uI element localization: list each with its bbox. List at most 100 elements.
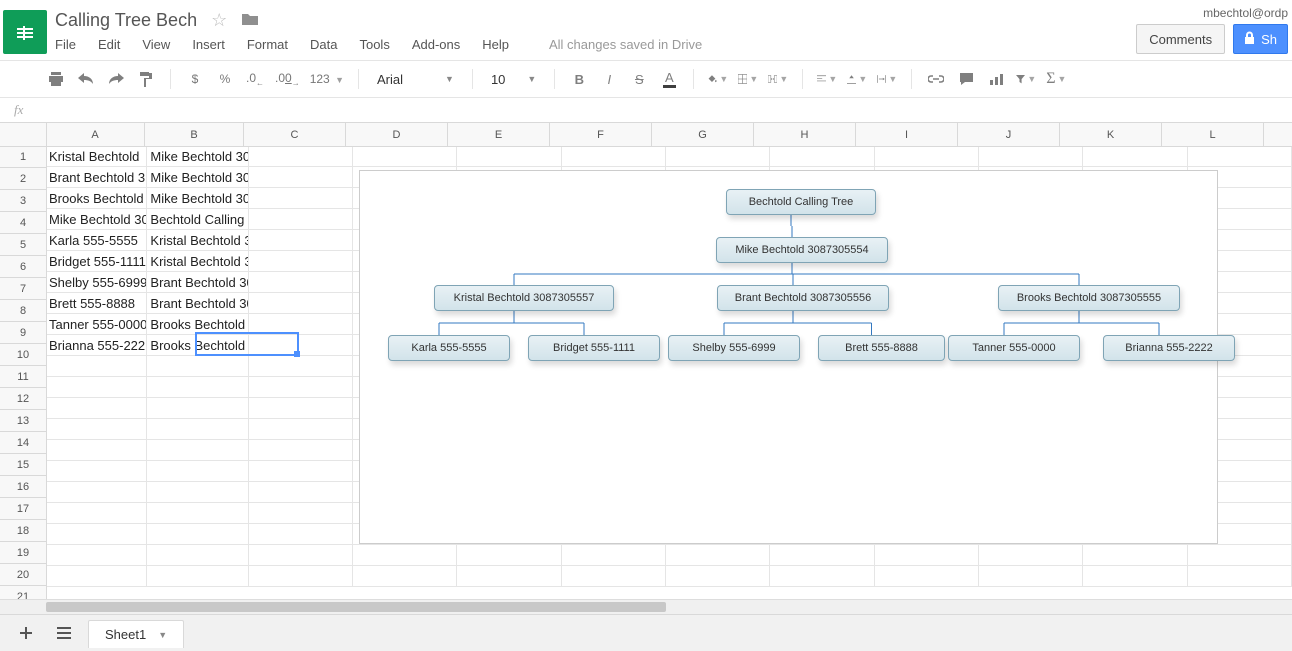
cell[interactable]: [249, 377, 353, 398]
cell[interactable]: [147, 566, 248, 587]
cell[interactable]: [249, 188, 353, 209]
font-size-select[interactable]: 10▼: [487, 70, 540, 89]
cell[interactable]: Kristal Bechtold 3087305557: [147, 230, 248, 251]
col-header-F[interactable]: F: [550, 123, 652, 146]
row-header-14[interactable]: 14: [0, 432, 46, 454]
percent-button[interactable]: %: [215, 72, 235, 86]
cell[interactable]: Brooks Bechtold 3087305555: [147, 335, 248, 356]
row-header-10[interactable]: 10: [0, 344, 46, 366]
cell[interactable]: Kristal Bechtold: [46, 146, 147, 167]
increase-decimals-button[interactable]: .00→: [275, 71, 300, 87]
cell[interactable]: [147, 503, 248, 524]
col-header-H[interactable]: H: [754, 123, 856, 146]
cell[interactable]: Bridget 555-1111: [46, 251, 147, 272]
cell[interactable]: [249, 545, 353, 566]
cell[interactable]: [1083, 146, 1187, 167]
menu-help[interactable]: Help: [482, 37, 509, 52]
cell[interactable]: [457, 566, 561, 587]
functions-button[interactable]: Σ▼: [1046, 69, 1066, 89]
cell[interactable]: [562, 566, 666, 587]
cell[interactable]: [46, 482, 147, 503]
cell[interactable]: [249, 272, 353, 293]
cell[interactable]: [1188, 146, 1292, 167]
cell[interactable]: [249, 566, 353, 587]
row-header-8[interactable]: 8: [0, 300, 46, 322]
cell[interactable]: [147, 482, 248, 503]
cell[interactable]: [1188, 545, 1292, 566]
borders-button[interactable]: ▼: [738, 69, 758, 89]
cell[interactable]: [249, 251, 353, 272]
col-header-J[interactable]: J: [958, 123, 1060, 146]
row-header-19[interactable]: 19: [0, 542, 46, 564]
col-header-C[interactable]: C: [244, 123, 346, 146]
cell[interactable]: Brianna 555-222: [46, 335, 147, 356]
cell[interactable]: Brooks Bechtold 3087305555: [147, 314, 248, 335]
cell[interactable]: [249, 356, 353, 377]
org-node[interactable]: Brooks Bechtold 3087305555: [998, 285, 1180, 311]
cell[interactable]: [46, 503, 147, 524]
cell[interactable]: Tanner 555-0000: [46, 314, 147, 335]
cell[interactable]: [353, 566, 457, 587]
cell[interactable]: Brant Bechtold 3: [46, 167, 147, 188]
cell[interactable]: [1083, 566, 1187, 587]
row-header-12[interactable]: 12: [0, 388, 46, 410]
cell[interactable]: [457, 146, 561, 167]
cell[interactable]: [457, 545, 561, 566]
insert-link-icon[interactable]: [926, 69, 946, 89]
cell[interactable]: [249, 146, 353, 167]
cell[interactable]: Mike Bechtold 30: [46, 209, 147, 230]
menu-data[interactable]: Data: [310, 37, 337, 52]
col-header-G[interactable]: G: [652, 123, 754, 146]
menu-format[interactable]: Format: [247, 37, 288, 52]
cell[interactable]: [249, 335, 353, 356]
cell[interactable]: [562, 545, 666, 566]
cell[interactable]: [147, 419, 248, 440]
cell[interactable]: [147, 461, 248, 482]
row-header-2[interactable]: 2: [0, 168, 46, 190]
org-node[interactable]: Brianna 555-2222: [1103, 335, 1235, 361]
row-header-3[interactable]: 3: [0, 190, 46, 212]
row-header-9[interactable]: 9: [0, 322, 46, 344]
currency-button[interactable]: $: [185, 72, 205, 86]
menu-add-ons[interactable]: Add-ons: [412, 37, 460, 52]
col-header-I[interactable]: I: [856, 123, 958, 146]
cell[interactable]: [147, 398, 248, 419]
cell[interactable]: Brooks Bechtold: [46, 188, 147, 209]
cell[interactable]: [249, 314, 353, 335]
cell[interactable]: [875, 146, 979, 167]
row-header-18[interactable]: 18: [0, 520, 46, 542]
cell[interactable]: [353, 146, 457, 167]
cell[interactable]: [666, 146, 770, 167]
row-header-7[interactable]: 7: [0, 278, 46, 300]
row-header-5[interactable]: 5: [0, 234, 46, 256]
comments-button[interactable]: Comments: [1136, 24, 1225, 54]
org-chart[interactable]: Bechtold Calling TreeMike Bechtold 30873…: [359, 170, 1218, 544]
cell[interactable]: [562, 146, 666, 167]
row-header-17[interactable]: 17: [0, 498, 46, 520]
cell[interactable]: Brant Bechtold 3087305556: [147, 293, 248, 314]
cell[interactable]: [249, 461, 353, 482]
all-sheets-button[interactable]: [50, 619, 78, 647]
sheet-tab-menu-icon[interactable]: ▼: [158, 630, 167, 640]
col-header-A[interactable]: A: [46, 123, 145, 146]
menu-tools[interactable]: Tools: [359, 37, 389, 52]
row-header-16[interactable]: 16: [0, 476, 46, 498]
italic-button[interactable]: I: [599, 69, 619, 89]
cell[interactable]: [979, 545, 1083, 566]
cell[interactable]: [1083, 545, 1187, 566]
org-node[interactable]: Bridget 555-1111: [528, 335, 660, 361]
cell[interactable]: [979, 566, 1083, 587]
org-node[interactable]: Brant Bechtold 3087305556: [717, 285, 889, 311]
bold-button[interactable]: B: [569, 69, 589, 89]
insert-comment-icon[interactable]: [956, 69, 976, 89]
org-node[interactable]: Bechtold Calling Tree: [726, 189, 876, 215]
valign-button[interactable]: ▼: [847, 69, 867, 89]
sheet-tab[interactable]: Sheet1▼: [88, 620, 184, 648]
decrease-decimals-button[interactable]: .0←: [245, 71, 265, 87]
menu-edit[interactable]: Edit: [98, 37, 120, 52]
paint-format-icon[interactable]: [136, 69, 156, 89]
row-header-15[interactable]: 15: [0, 454, 46, 476]
cell[interactable]: [249, 167, 353, 188]
cell[interactable]: [875, 545, 979, 566]
horizontal-scrollbar[interactable]: [0, 599, 1292, 614]
